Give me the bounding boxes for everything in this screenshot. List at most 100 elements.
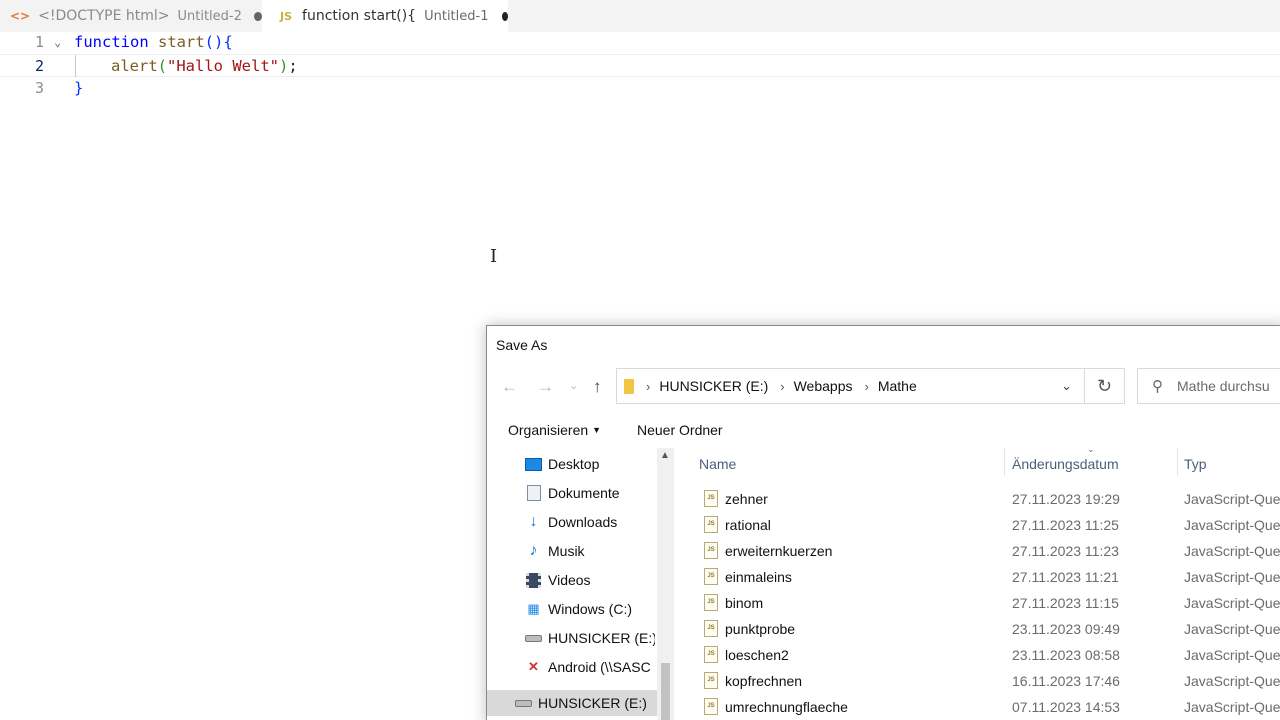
nav-item-label: HUNSICKER (E:) — [548, 630, 655, 646]
table-row[interactable]: JS umrechnungflaeche 07.11.2023 14:53 JavaS… — [674, 694, 1280, 720]
sort-indicator-icon: ⌄ — [1087, 444, 1095, 454]
table-row[interactable]: JS erweiternkuerzen 27.11.2023 11:23 JavaSc… — [674, 538, 1280, 564]
file-type: JavaScript-Que — [1184, 517, 1280, 533]
recent-locations-chevron-icon[interactable]: ⌄ — [569, 379, 578, 392]
address-bar[interactable]: › HUNSICKER (E:) › Webapps › Mathe ⌄ — [616, 368, 1085, 404]
table-row[interactable]: JS zehner 27.11.2023 19:29 JavaScript-Que — [674, 486, 1280, 512]
nav-item-hunsicker-e[interactable]: HUNSICKER (E:) — [525, 625, 655, 651]
file-name: rational — [725, 517, 771, 533]
tab-label: function start(){ — [302, 8, 417, 24]
js-file-icon: JS — [704, 698, 718, 715]
semicolon-token: ; — [288, 57, 298, 75]
column-header-name[interactable]: Name — [699, 456, 736, 472]
breadcrumb-drive[interactable]: HUNSICKER (E:) — [659, 378, 768, 394]
search-placeholder: Mathe durchsu — [1177, 378, 1270, 394]
table-row[interactable]: JS punktprobe 23.11.2023 09:49 JavaScript-Q… — [674, 616, 1280, 642]
file-type: JavaScript-Que — [1184, 491, 1280, 507]
nav-item-dokumente[interactable]: Dokumente — [525, 480, 655, 506]
js-file-icon: JS — [704, 646, 718, 663]
table-row[interactable]: JS binom 27.11.2023 11:15 JavaScript-Que — [674, 590, 1280, 616]
function-call-token: alert — [111, 57, 158, 75]
nav-item-label: Windows (C:) — [548, 601, 633, 617]
new-folder-button[interactable]: Neuer Ordner — [637, 422, 723, 438]
desktop-icon — [525, 457, 542, 472]
keyword-token: function — [74, 33, 149, 51]
file-name: erweiternkuerzen — [725, 543, 833, 559]
column-header-date[interactable]: Änderungsdatum — [1012, 456, 1119, 472]
js-file-icon: JS — [704, 620, 718, 637]
file-list: ⌄ Name Änderungsdatum Typ JS zehner 27.11.… — [674, 444, 1280, 720]
file-name: punktprobe — [725, 621, 796, 637]
navigation-pane: Desktop Dokumente ↓ Downloads ♪ Musik Vi… — [487, 448, 674, 720]
file-date: 27.11.2023 11:23 — [1012, 543, 1119, 559]
nav-item-desktop[interactable]: Desktop — [525, 451, 655, 477]
nav-item-label: Android (\\SASC — [548, 659, 651, 675]
drive-icon — [525, 631, 542, 646]
nav-item-videos[interactable]: Videos — [525, 567, 655, 593]
tab-description: Untitled-1 — [424, 8, 489, 24]
nav-item-label: Downloads — [548, 514, 618, 530]
unsaved-dot-icon[interactable] — [502, 11, 508, 21]
unsaved-dot-icon[interactable] — [253, 11, 262, 21]
chevron-right-icon[interactable]: › — [865, 379, 869, 394]
breadcrumb-webapps[interactable]: Webapps — [794, 378, 853, 394]
tab-untitled-2[interactable]: <> <!DOCTYPE html> Untitled-2 — [0, 0, 262, 32]
organize-label: Organisieren — [508, 422, 589, 438]
organize-button[interactable]: Organisieren ▼ — [508, 422, 601, 438]
search-box[interactable]: ⚲ Mathe durchsu — [1137, 368, 1280, 404]
chevron-right-icon[interactable]: › — [646, 379, 650, 394]
code-text: alert("Hallo Welt"); — [111, 55, 298, 78]
refresh-icon: ↻ — [1096, 375, 1113, 396]
chevron-right-icon[interactable]: › — [780, 379, 784, 394]
column-header-type[interactable]: Typ — [1184, 456, 1207, 472]
drive-icon — [515, 696, 532, 711]
table-row[interactable]: JS kopfrechnen 16.11.2023 17:46 JavaScript-… — [674, 668, 1280, 694]
nav-item-label: Dokumente — [548, 485, 620, 501]
nav-pane-scrollbar[interactable]: ▲ — [657, 448, 674, 720]
back-arrow-icon[interactable]: ← — [501, 377, 518, 397]
tab-description: Untitled-2 — [177, 8, 242, 24]
table-row[interactable]: JS loeschen2 23.11.2023 08:58 JavaScript-Qu… — [674, 642, 1280, 668]
tab-untitled-1[interactable]: JS function start(){ Untitled-1 — [262, 0, 508, 32]
nav-item-label: Musik — [548, 543, 585, 559]
forward-arrow-icon[interactable]: → — [537, 377, 554, 397]
address-dropdown-chevron-icon[interactable]: ⌄ — [1061, 378, 1072, 394]
paren-token: ( — [157, 57, 168, 75]
scrollbar-thumb[interactable] — [661, 663, 670, 720]
nav-item-hunsicker-e-selected[interactable]: HUNSICKER (E:) — [487, 690, 657, 716]
file-date: 27.11.2023 19:29 — [1012, 491, 1120, 507]
brace-token: { — [223, 33, 233, 51]
function-name-token: start — [148, 33, 205, 51]
line-number: 2 — [34, 57, 44, 75]
file-name: binom — [725, 595, 764, 611]
up-arrow-icon[interactable]: ↑ — [593, 377, 602, 397]
table-row[interactable]: JS einmaleins 27.11.2023 11:21 JavaScript-Q… — [674, 564, 1280, 590]
code-text: function start(){ — [74, 31, 233, 54]
fold-chevron-down-icon[interactable]: ⌄ — [54, 31, 61, 54]
indent-guide — [75, 55, 76, 77]
nav-item-musik[interactable]: ♪ Musik — [525, 538, 655, 564]
code-line-current[interactable]: 2 alert("Hallo Welt"); — [0, 54, 1280, 77]
scroll-up-arrow-icon[interactable]: ▲ — [660, 450, 670, 461]
breadcrumb-mathe[interactable]: Mathe — [878, 378, 917, 394]
column-divider[interactable] — [1177, 448, 1178, 476]
table-row[interactable]: JS rational 27.11.2023 11:25 JavaScript-Que — [674, 512, 1280, 538]
nav-item-windows-c[interactable]: ▦ Windows (C:) — [525, 596, 655, 622]
paren-token: () — [204, 33, 224, 51]
js-file-icon: JS — [704, 594, 718, 611]
column-divider[interactable] — [1004, 448, 1005, 476]
text-cursor-icon: I — [490, 246, 498, 267]
brace-token: } — [74, 79, 84, 97]
js-file-icon: JS — [704, 516, 718, 533]
file-type: JavaScript-Que — [1184, 699, 1280, 715]
file-type: JavaScript-Que — [1184, 595, 1280, 611]
nav-item-label: HUNSICKER (E:) — [538, 695, 647, 711]
code-line[interactable]: 1 ⌄ function start(){ — [0, 31, 1280, 54]
nav-item-downloads[interactable]: ↓ Downloads — [525, 509, 655, 535]
refresh-button[interactable]: ↻ — [1085, 368, 1125, 404]
file-type: JavaScript-Que — [1184, 673, 1280, 689]
code-line[interactable]: 3 } — [0, 77, 1280, 100]
documents-icon — [525, 485, 542, 501]
file-name: einmaleins — [725, 569, 792, 585]
nav-item-android-network[interactable]: ✕ Android (\\SASC — [525, 654, 655, 680]
